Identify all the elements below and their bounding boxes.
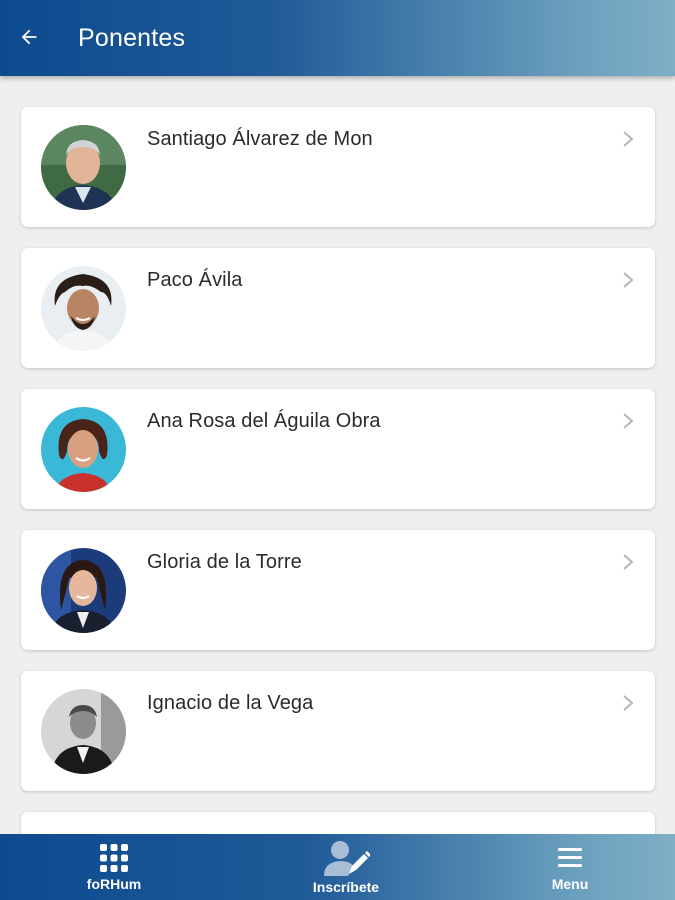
speaker-card[interactable]: Ignacio de la Vega xyxy=(21,671,655,791)
avatar xyxy=(41,125,126,210)
nav-label: foRHum xyxy=(86,876,142,892)
user-edit-icon xyxy=(324,841,370,876)
avatar xyxy=(41,689,126,774)
speaker-name: Gloria de la Torre xyxy=(147,551,302,573)
speaker-card[interactable]: Paco Ávila xyxy=(21,248,655,368)
speaker-card[interactable]: Santiago Álvarez de Mon xyxy=(21,107,655,227)
nav-forhum[interactable]: foRHum xyxy=(39,834,189,900)
speaker-list: Santiago Álvarez de Mon Paco Ávila Ana R… xyxy=(0,76,675,834)
speaker-name: Santiago Álvarez de Mon xyxy=(147,128,373,150)
back-button[interactable] xyxy=(14,22,44,52)
speaker-card[interactable] xyxy=(21,812,655,834)
nav-label: Menu xyxy=(551,876,589,892)
chevron-right-icon xyxy=(623,131,634,147)
chevron-right-icon xyxy=(623,272,634,288)
speaker-card[interactable]: Gloria de la Torre xyxy=(21,530,655,650)
speaker-card[interactable]: Ana Rosa del Águila Obra xyxy=(21,389,655,509)
chevron-right-icon xyxy=(623,695,634,711)
nav-menu[interactable]: Menu xyxy=(495,834,645,900)
chevron-right-icon xyxy=(623,554,634,570)
chevron-right-icon xyxy=(623,413,634,429)
avatar xyxy=(41,266,126,351)
avatar xyxy=(41,407,126,492)
grid-icon xyxy=(100,844,128,872)
nav-inscribete[interactable]: Inscríbete xyxy=(271,834,421,900)
hamburger-icon xyxy=(558,848,582,867)
page-title: Ponentes xyxy=(78,24,186,52)
app-bar: Ponentes xyxy=(0,0,675,76)
avatar xyxy=(41,548,126,633)
speaker-name: Ana Rosa del Águila Obra xyxy=(147,410,381,432)
nav-label: Inscríbete xyxy=(312,879,380,895)
speaker-name: Paco Ávila xyxy=(147,269,243,291)
arrow-left-icon xyxy=(21,29,37,45)
speaker-name: Ignacio de la Vega xyxy=(147,692,314,714)
bottom-navigation: foRHum Inscríbete Menu xyxy=(0,834,675,900)
